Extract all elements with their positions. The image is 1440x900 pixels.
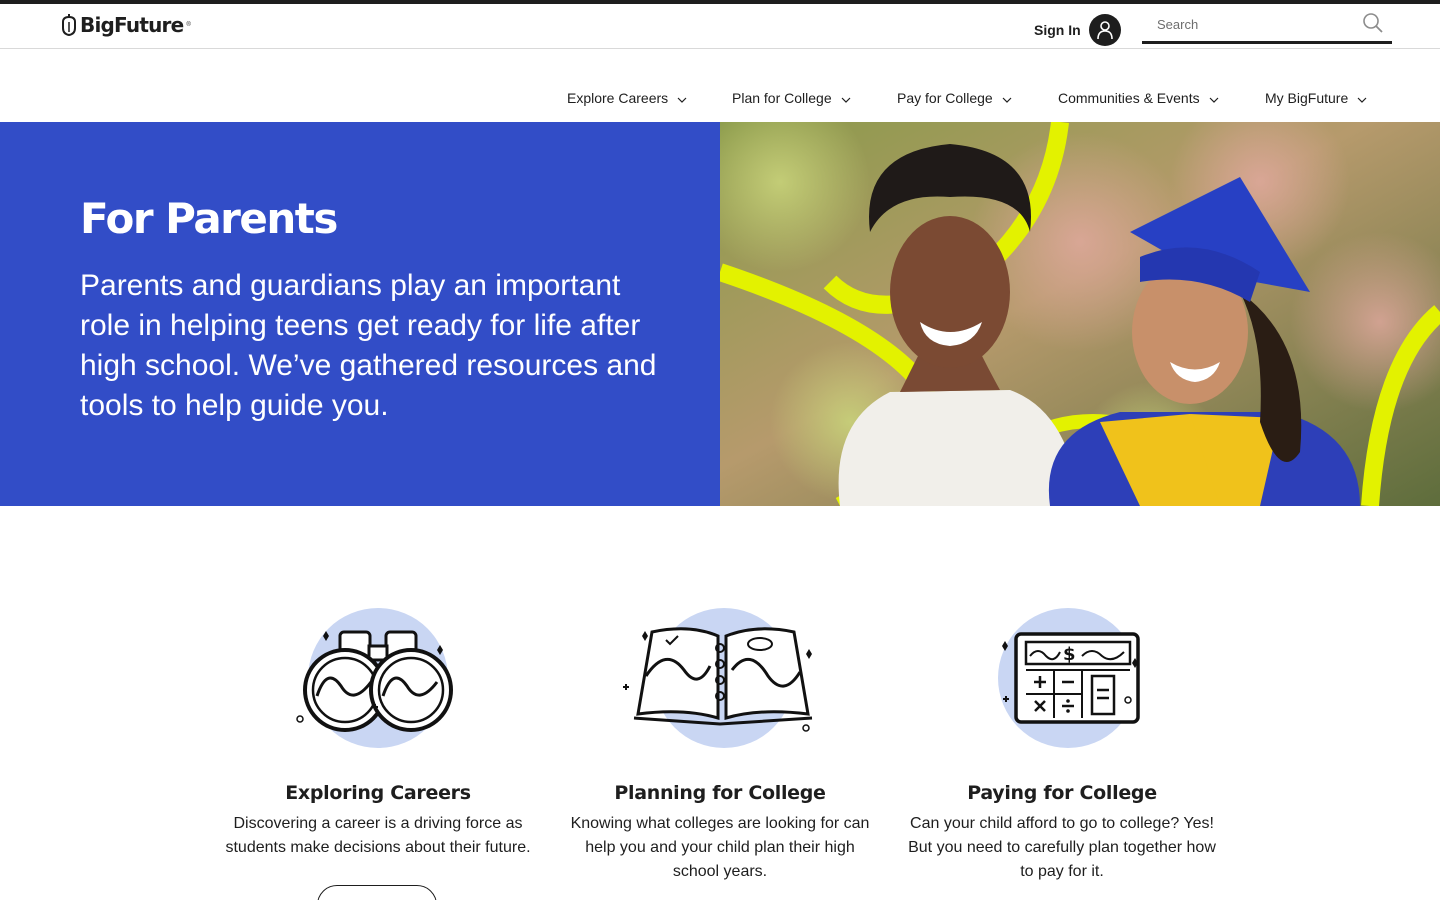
hero-photo [720, 122, 1440, 506]
logo-registered-mark: ® [186, 22, 191, 28]
search-box [1142, 6, 1392, 44]
search-input[interactable] [1142, 6, 1352, 42]
nav-my-bigfuture[interactable]: My BigFuture [1265, 90, 1367, 106]
hero-banner: For Parents Parents and guardians play a… [0, 122, 1440, 506]
acorn-logo-icon [62, 14, 76, 37]
nav-item-label: Pay for College [897, 90, 993, 106]
hero-text-panel: For Parents Parents and guardians play a… [0, 122, 720, 506]
mother-and-graduate-photo [720, 122, 1440, 506]
chevron-down-icon [1209, 97, 1219, 103]
sign-in-button[interactable]: Sign In [1034, 14, 1121, 46]
search-icon[interactable] [1362, 12, 1384, 34]
hero-description: Parents and guardians play an important … [80, 269, 657, 422]
card-paying-for-college: $ Paying for College Can your child affo… [902, 606, 1222, 880]
card-description: Discovering a career is a driving force … [225, 815, 531, 856]
calculator-icon: $ [998, 608, 1140, 748]
chevron-down-icon [1002, 97, 1012, 103]
sign-in-label: Sign In [1034, 22, 1081, 38]
bigfuture-logo[interactable]: BigFuture ® [60, 13, 191, 37]
card-exploring-careers: Exploring Careers Discovering a career i… [218, 606, 538, 900]
nav-pay-for-college[interactable]: Pay for College [897, 90, 1012, 106]
card-title: Paying for College [967, 782, 1157, 804]
chevron-down-icon [1357, 97, 1367, 103]
binoculars-icon [296, 608, 453, 748]
nav-item-label: Explore Careers [567, 90, 669, 106]
card-planning-for-college: Planning for College Knowing what colleg… [560, 606, 880, 880]
chevron-down-icon [677, 97, 687, 103]
logo-wordmark: BigFuture [80, 13, 184, 37]
nav-item-label: My BigFuture [1265, 90, 1349, 106]
nav-item-label: Plan for College [732, 90, 832, 106]
chevron-down-icon [841, 97, 851, 103]
map-book-icon [623, 608, 813, 748]
main-nav: Explore Careers Plan for College Pay for… [0, 90, 1440, 114]
card-title: Exploring Careers [285, 782, 471, 804]
nav-item-label: Communities & Events [1058, 90, 1200, 106]
exploring-careers-button[interactable] [317, 885, 437, 900]
card-title: Planning for College [614, 782, 826, 804]
page-title: For Parents [80, 194, 338, 243]
user-icon [1088, 14, 1121, 46]
site-header: BigFuture ® Sign In [0, 4, 1440, 49]
nav-explore-careers[interactable]: Explore Careers [567, 90, 687, 106]
nav-plan-for-college[interactable]: Plan for College [732, 90, 851, 106]
card-description: Can your child afford to go to college? … [908, 815, 1216, 880]
nav-communities-events[interactable]: Communities & Events [1058, 90, 1219, 106]
svg-text:$: $ [1063, 644, 1076, 665]
card-description: Knowing what colleges are looking for ca… [570, 815, 870, 880]
